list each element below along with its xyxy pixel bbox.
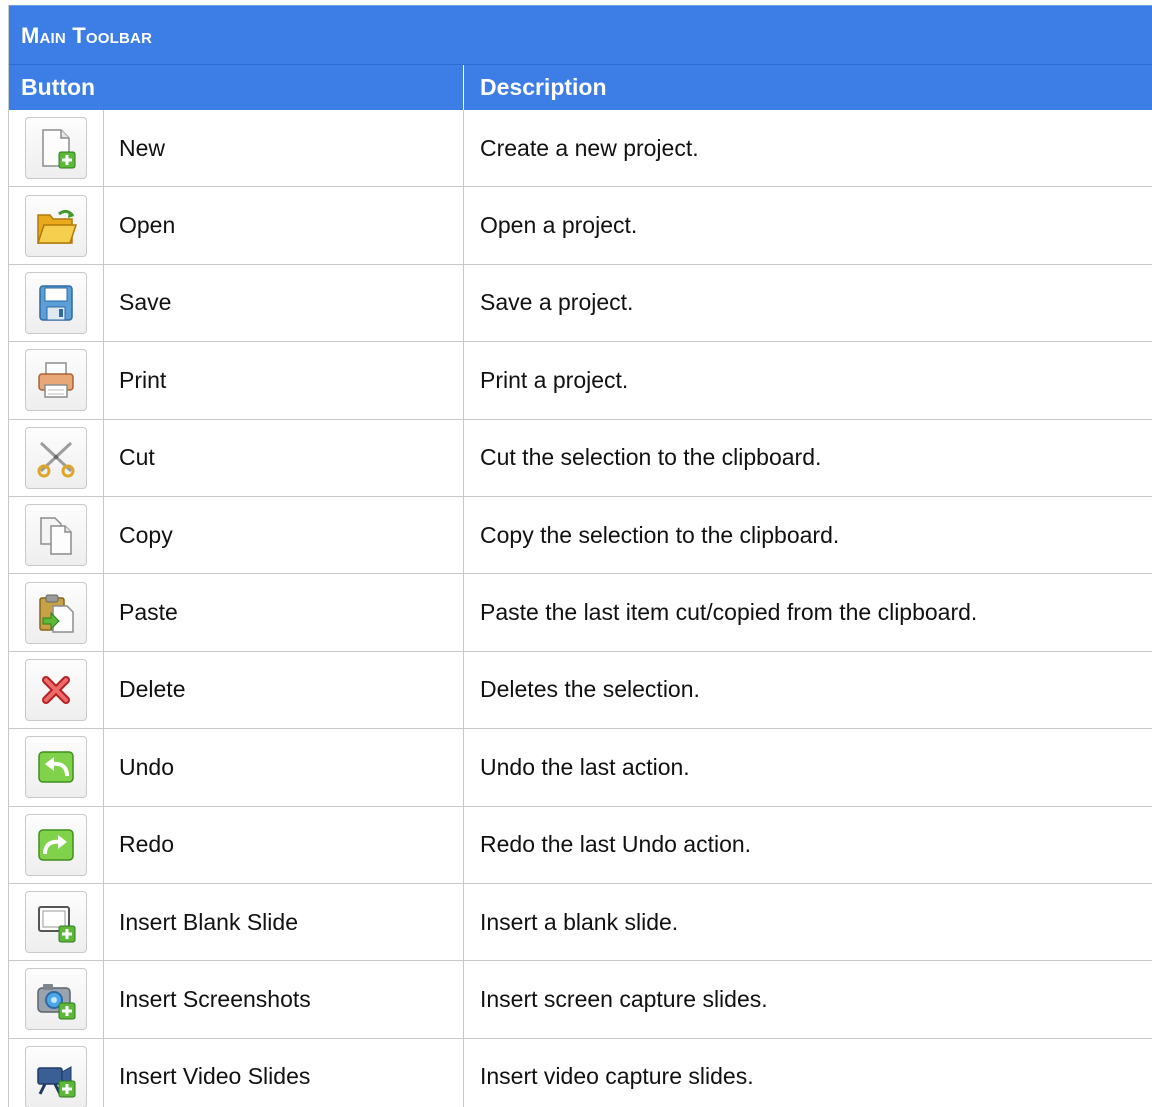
button-description: Cut the selection to the clipboard. — [480, 444, 822, 471]
redo-arrow-icon[interactable] — [25, 813, 87, 876]
open-folder-icon[interactable] — [25, 194, 87, 257]
table-title: Main Toolbar — [9, 5, 1152, 64]
icon-cell — [9, 419, 104, 496]
table-row: Save Save a project. — [9, 264, 1152, 343]
insert-blank-slide-icon[interactable] — [25, 891, 87, 954]
icon-cell — [9, 342, 104, 419]
delete-x-icon[interactable] — [25, 658, 87, 721]
button-name: Delete — [104, 651, 464, 729]
insert-video-camera-icon[interactable] — [25, 1045, 87, 1107]
main-toolbar-table: Main Toolbar Button Description New Creat… — [8, 5, 1152, 1107]
icon-cell — [9, 1038, 104, 1107]
table-row: Cut Cut the selection to the clipboard. — [9, 419, 1152, 497]
table-row: Delete Deletes the selection. — [9, 651, 1152, 730]
button-name: Insert Screenshots — [104, 961, 464, 1038]
icon-cell — [9, 496, 104, 574]
paste-clipboard-icon[interactable] — [25, 581, 87, 644]
button-name: Print — [104, 342, 464, 419]
button-name: Copy — [104, 496, 464, 574]
button-description: Save a project. — [480, 289, 634, 316]
header-description: Description — [480, 74, 607, 100]
icon-cell — [9, 110, 104, 187]
copy-icon[interactable] — [25, 504, 87, 567]
new-document-icon[interactable] — [25, 117, 87, 180]
table-row: Insert Blank Slide Insert a blank slide. — [9, 883, 1152, 962]
button-description: Redo the last Undo action. — [480, 831, 752, 858]
save-disk-icon[interactable] — [25, 271, 87, 334]
icon-cell — [9, 806, 104, 883]
scissors-icon[interactable] — [25, 426, 87, 489]
button-description: Undo the last action. — [480, 753, 690, 780]
table-row: Redo Redo the last Undo action. — [9, 806, 1152, 884]
button-description: Copy the selection to the clipboard. — [480, 521, 840, 548]
button-description: Insert screen capture slides. — [480, 985, 768, 1012]
button-name: Cut — [104, 419, 464, 496]
icon-cell — [9, 651, 104, 729]
icon-cell — [9, 187, 104, 264]
table-row: New Create a new project. — [9, 110, 1152, 188]
table-row: Insert Screenshots Insert screen capture … — [9, 961, 1152, 1039]
icon-cell — [9, 883, 104, 961]
icon-cell — [9, 264, 104, 342]
printer-icon[interactable] — [25, 349, 87, 412]
button-description: Insert video capture slides. — [480, 1063, 754, 1090]
icon-cell — [9, 729, 104, 806]
table-row: Undo Undo the last action. — [9, 729, 1152, 807]
table-body: New Create a new project. Open Open a proje… — [9, 110, 1152, 1107]
button-description: Open a project. — [480, 212, 638, 239]
button-name: New — [104, 110, 464, 187]
header-button: Button — [9, 65, 464, 110]
table-row: Copy Copy the selection to the clipboard. — [9, 496, 1152, 575]
button-name: Undo — [104, 729, 464, 806]
undo-arrow-icon[interactable] — [25, 736, 87, 799]
table-header-row: Button Description — [9, 64, 1152, 110]
button-name: Redo — [104, 806, 464, 883]
button-description: Print a project. — [480, 366, 629, 393]
button-name: Paste — [104, 574, 464, 651]
button-description: Paste the last item cut/copied from the … — [480, 599, 978, 626]
table-row: Insert Video Slides Insert video capture … — [9, 1038, 1152, 1107]
table-row: Paste Paste the last item cut/copied from… — [9, 574, 1152, 652]
button-description: Insert a blank slide. — [480, 908, 679, 935]
button-name: Insert Video Slides — [104, 1038, 464, 1107]
icon-cell — [9, 574, 104, 651]
button-description: Deletes the selection. — [480, 676, 700, 703]
insert-screenshot-camera-icon[interactable] — [25, 968, 87, 1031]
button-description: Create a new project. — [480, 134, 699, 161]
table-row: Open Open a project. — [9, 187, 1152, 265]
button-name: Open — [104, 187, 464, 264]
button-name: Save — [104, 264, 464, 342]
table-row: Print Print a project. — [9, 342, 1152, 420]
icon-cell — [9, 961, 104, 1038]
button-name: Insert Blank Slide — [104, 883, 464, 961]
